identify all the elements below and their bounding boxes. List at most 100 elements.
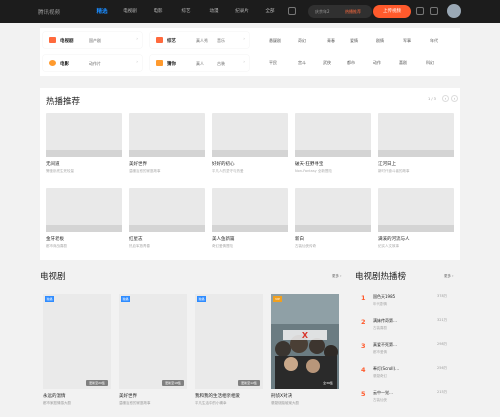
video-title[interactable]: 新白: [295, 236, 371, 242]
genre-link[interactable]: 科幻: [426, 60, 434, 66]
poster-art: X: [271, 294, 339, 389]
video-card[interactable]: 美好世界 温暖治愈的家庭故事: [129, 113, 205, 174]
video-title[interactable]: 美好世界: [129, 161, 205, 167]
search-hot-link[interactable]: 热播推荐: [345, 9, 361, 15]
rank-item[interactable]: 2 满妹传奇第… 古装喜剧 321万: [355, 316, 460, 336]
video-title[interactable]: 好好的初心: [212, 161, 288, 167]
video-card[interactable]: 无间道 警匪卧底生死较量: [46, 113, 122, 174]
video-title[interactable]: 江河日上: [378, 161, 454, 167]
video-thumbnail[interactable]: [46, 113, 122, 157]
video-title[interactable]: 无间道: [46, 161, 122, 167]
genre-link[interactable]: 悬疑剧: [269, 38, 281, 44]
search-placeholder: 庆余年2: [315, 8, 330, 14]
series-card[interactable]: 独播 更新至18集 美好世界 温暖治愈的家庭故事: [119, 294, 187, 406]
more-link[interactable]: 更多 ›: [332, 274, 342, 279]
chevron-left-icon[interactable]: ‹: [442, 95, 449, 102]
series-title[interactable]: 美好世界: [119, 393, 187, 399]
series-card[interactable]: 独播 更新至12集 我和我的生活相亲相爱 平凡生活中的小确幸: [195, 294, 263, 406]
rank-item[interactable]: 5 云中一觉… 古装仙侠 215万: [355, 388, 460, 408]
rank-title[interactable]: 真爱不死第…: [373, 342, 397, 348]
rank-number: 4: [361, 366, 366, 374]
nav-item-documentary[interactable]: 纪录片: [230, 8, 254, 15]
video-thumbnail[interactable]: [212, 188, 288, 232]
video-card[interactable]: 江河日上 新时代奋斗者的故事: [378, 113, 454, 174]
genre-link[interactable]: 平民: [269, 60, 277, 66]
genre-link[interactable]: 奇幻: [298, 38, 306, 44]
chevron-right-icon[interactable]: ›: [451, 95, 458, 102]
video-card[interactable]: 金牙老板 都市商战喜剧: [46, 188, 122, 249]
genre-link[interactable]: 宫斗: [298, 60, 306, 66]
rank-title[interactable]: 奉灯(Scroll)…: [373, 366, 399, 372]
rank-item[interactable]: 4 奉灯(Scroll)… 悬疑奇幻 256万: [355, 364, 460, 384]
genre-link[interactable]: 军事: [403, 38, 411, 44]
nav-item-tv[interactable]: 电视剧: [118, 8, 142, 15]
filter-chip-movie[interactable]: 电影 动作片 ›: [43, 55, 142, 71]
video-title[interactable]: 满溪的河流与人: [378, 236, 454, 242]
filter-chip-option[interactable]: 国产剧: [89, 38, 101, 44]
upload-button[interactable]: 上传视频: [373, 5, 411, 18]
avatar[interactable]: [447, 4, 461, 18]
video-card[interactable]: 美人鱼新篇 奇幻爱情冒险: [212, 188, 288, 249]
genre-link[interactable]: 喜剧: [399, 60, 407, 66]
genre-link[interactable]: 都市: [347, 60, 355, 66]
video-title[interactable]: 红星志: [129, 236, 205, 242]
genre-link[interactable]: 武侠: [323, 60, 331, 66]
rank-title[interactable]: 云中一觉…: [373, 390, 393, 396]
video-card[interactable]: 满溪的河流与人 纪实人文故事: [378, 188, 454, 249]
download-icon[interactable]: [416, 7, 424, 15]
rank-item[interactable]: 1 国色天1985 年代剧情 378万: [355, 292, 460, 312]
nav-item-anime[interactable]: 动漫: [202, 8, 226, 15]
series-poster[interactable]: X VIP 全36集: [271, 294, 339, 389]
genre-link[interactable]: 剧情: [376, 38, 384, 44]
filter-chip-tv[interactable]: 电视剧 国产剧 ›: [43, 32, 142, 48]
video-title[interactable]: 破天·狂野寻宝: [295, 161, 371, 167]
site-logo[interactable]: 腾讯视频: [38, 8, 60, 16]
genre-link[interactable]: 年代: [430, 38, 438, 44]
genre-link[interactable]: 爱情: [350, 38, 358, 44]
nav-item-all[interactable]: 全部: [258, 8, 282, 15]
message-icon[interactable]: [430, 7, 438, 15]
filter-chip-guess[interactable]: 猜你 真人 古装 ›: [150, 55, 249, 71]
rank-title[interactable]: 国色天1985: [373, 294, 395, 300]
filter-chip-variety[interactable]: 综艺 真人秀 音乐 ›: [150, 32, 249, 48]
video-title[interactable]: 金牙老板: [46, 236, 122, 242]
video-thumbnail[interactable]: [212, 113, 288, 157]
series-poster[interactable]: 独播 更新至18集: [119, 294, 187, 389]
filter-chip-option[interactable]: 音乐: [217, 38, 225, 44]
video-thumbnail[interactable]: [129, 113, 205, 157]
series-poster[interactable]: 独播 更新至20集: [43, 294, 111, 389]
filter-chip-option[interactable]: 动作片: [89, 61, 101, 67]
video-card[interactable]: 破天·狂野寻宝 Non-Fantasy 全新冒险: [295, 113, 371, 174]
video-thumbnail[interactable]: [378, 113, 454, 157]
video-thumbnail[interactable]: [378, 188, 454, 232]
video-thumbnail[interactable]: [129, 188, 205, 232]
video-card[interactable]: 红星志 热血军旅青春: [129, 188, 205, 249]
video-card[interactable]: 新白 古装仙侠传奇: [295, 188, 371, 249]
filter-chip-option[interactable]: 真人秀: [196, 38, 208, 44]
nav-item-variety[interactable]: 综艺: [174, 8, 198, 15]
series-card[interactable]: 独播 更新至20集 永远的温情 都市家庭情感大剧: [43, 294, 111, 406]
series-card[interactable]: X VIP 全36集 刑侦X对决 悬疑烧脑破案大剧: [271, 294, 339, 406]
search-input[interactable]: 庆余年2 热播推荐: [308, 5, 372, 18]
filter-chip-option[interactable]: 真人: [196, 61, 204, 67]
series-poster[interactable]: 独播 更新至12集: [195, 294, 263, 389]
video-thumbnail[interactable]: [295, 113, 371, 157]
nav-item-featured[interactable]: 精选: [90, 7, 114, 15]
video-thumbnail[interactable]: [46, 188, 122, 232]
genre-link[interactable]: 动作: [373, 60, 381, 66]
series-title[interactable]: 永远的温情: [43, 393, 111, 399]
more-link[interactable]: 更多 ›: [444, 274, 454, 279]
series-title[interactable]: 刑侦X对决: [271, 393, 339, 399]
rank-title[interactable]: 满妹传奇第…: [373, 318, 397, 324]
series-title[interactable]: 我和我的生活相亲相爱: [195, 393, 263, 399]
rank-item[interactable]: 3 真爱不死第… 都市爱情 298万: [355, 340, 460, 360]
filter-chip-option[interactable]: 古装: [217, 61, 225, 67]
video-thumbnail[interactable]: [295, 188, 371, 232]
rank-heat: 321万: [437, 318, 448, 322]
video-title[interactable]: 美人鱼新篇: [212, 236, 288, 242]
genre-link[interactable]: 青春: [327, 38, 335, 44]
history-icon[interactable]: [288, 7, 296, 15]
svg-text:X: X: [302, 331, 309, 340]
video-card[interactable]: 好好的初心 平凡人的坚守与热爱: [212, 113, 288, 174]
nav-item-movie[interactable]: 电影: [146, 8, 170, 15]
